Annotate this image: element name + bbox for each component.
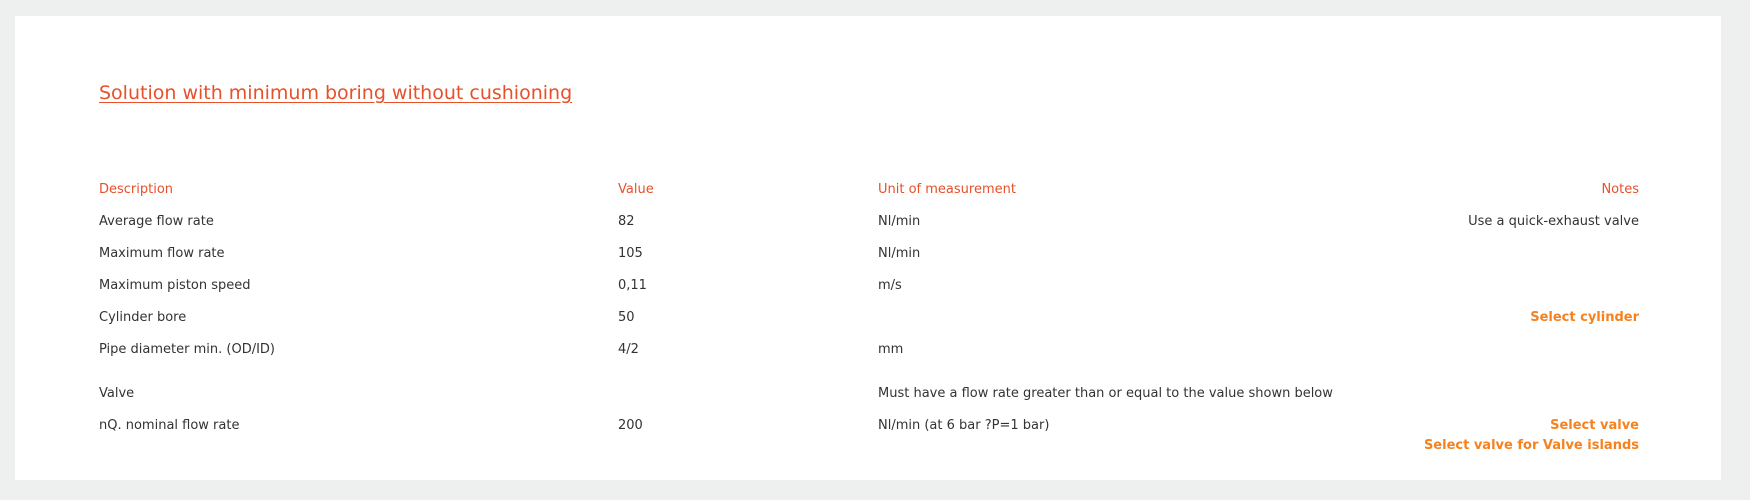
- row-unit: mm: [878, 342, 904, 357]
- header-notes: Notes: [1601, 182, 1639, 197]
- row-unit: Must have a flow rate greater than or eq…: [878, 386, 1333, 401]
- row-unit: Nl/min: [878, 214, 921, 229]
- row-value: 50: [618, 310, 635, 325]
- table-row: Pipe diameter min. (OD/ID) 4/2 mm: [99, 340, 1639, 360]
- row-description: Maximum piston speed: [99, 278, 251, 293]
- table-header: Description Value Unit of measurement No…: [99, 180, 1639, 200]
- table-row: Maximum flow rate 105 Nl/min: [99, 244, 1639, 264]
- row-value: 82: [618, 214, 635, 229]
- select-valve-link[interactable]: Select valve: [1550, 416, 1639, 436]
- row-description: Pipe diameter min. (OD/ID): [99, 342, 276, 357]
- table-row: Maximum piston speed 0,11 m/s: [99, 276, 1639, 296]
- row-description: Average flow rate: [99, 214, 214, 229]
- header-unit: Unit of measurement: [878, 182, 1016, 197]
- row-value: 200: [618, 418, 643, 433]
- row-notes: Use a quick-exhaust valve: [1468, 214, 1639, 229]
- row-description: Valve: [99, 386, 135, 401]
- select-valve-islands-link[interactable]: Select valve for Valve islands: [1424, 436, 1639, 456]
- row-unit: m/s: [878, 278, 902, 293]
- row-value: 4/2: [618, 342, 639, 357]
- table-row: Valve Must have a flow rate greater than…: [99, 384, 1639, 404]
- row-value: 0,11: [618, 278, 647, 293]
- row-description: Cylinder bore: [99, 310, 187, 325]
- row-unit: Nl/min: [878, 246, 921, 261]
- row-description: nQ. nominal flow rate: [99, 418, 240, 433]
- row-description: Maximum flow rate: [99, 246, 225, 261]
- table-row: Cylinder bore 50 Select cylinder: [99, 308, 1639, 328]
- header-description: Description: [99, 182, 174, 197]
- table-row: Average flow rate 82 Nl/min Use a quick-…: [99, 212, 1639, 232]
- row-unit: Nl/min (at 6 bar ?P=1 bar): [878, 418, 1050, 433]
- header-value: Value: [618, 182, 654, 197]
- table-row: nQ. nominal flow rate 200 Nl/min (at 6 b…: [99, 416, 1639, 453]
- solution-title-link[interactable]: Solution with minimum boring without cus…: [99, 82, 572, 104]
- select-cylinder-link[interactable]: Select cylinder: [1530, 308, 1639, 328]
- results-card: Solution with minimum boring without cus…: [15, 16, 1721, 480]
- row-value: 105: [618, 246, 643, 261]
